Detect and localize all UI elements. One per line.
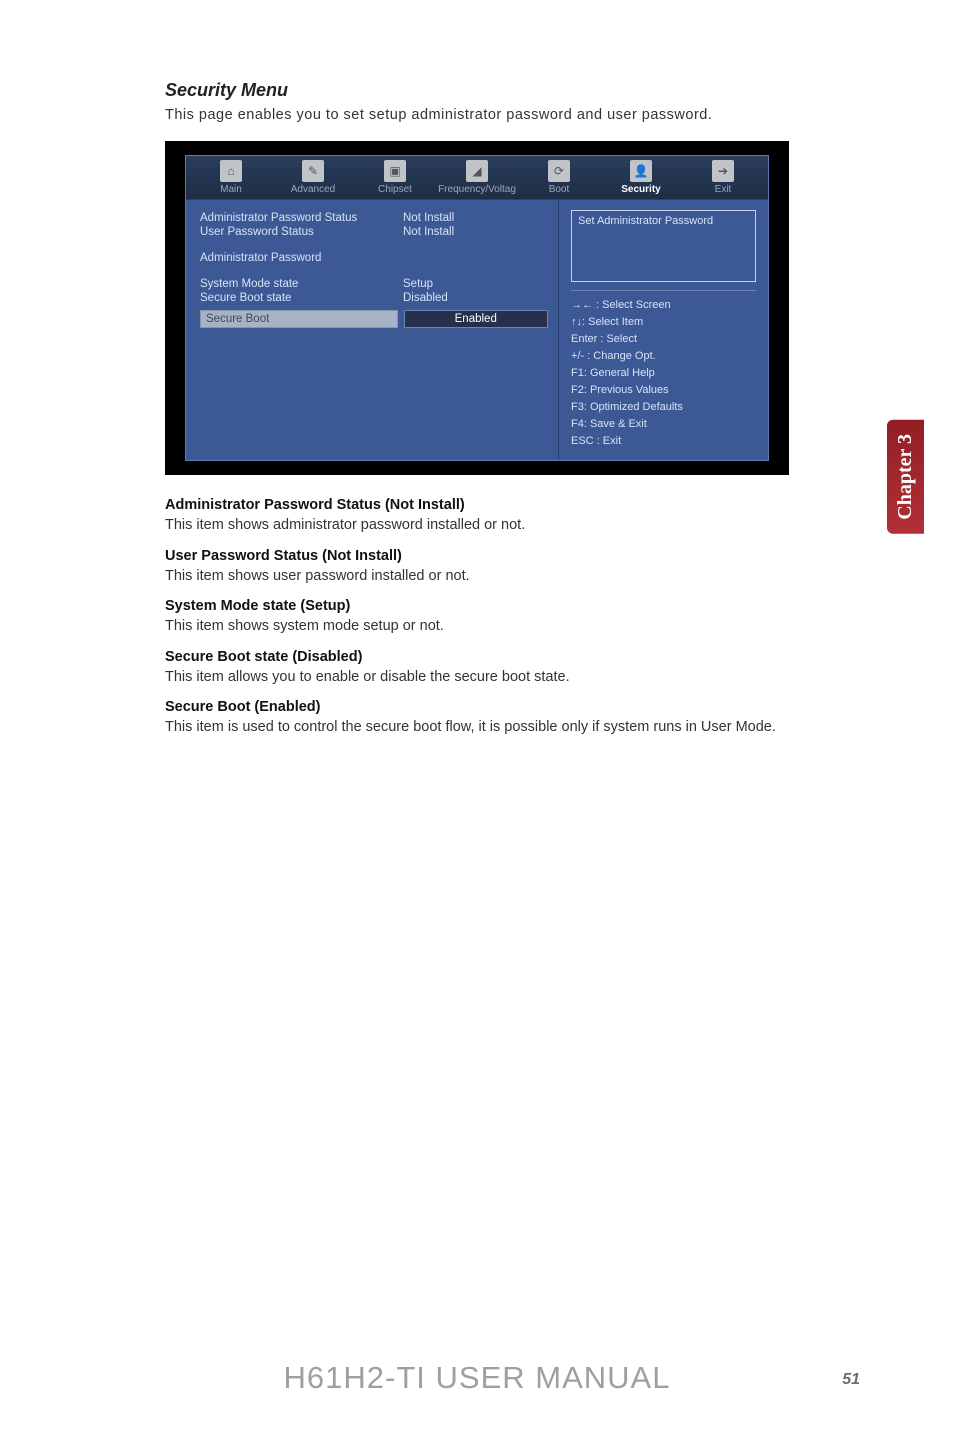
body-text: This item is used to control the secure …	[165, 718, 789, 738]
bios-screenshot: ⌂ Main ✎ Advanced ▣ Chipset ◢ Frequency/…	[165, 141, 789, 475]
key-line: ESC : Exit	[571, 433, 756, 450]
row-admin-pw-status: Administrator Password Status Not Instal…	[200, 212, 548, 224]
intro-text: This page enables you to set setup admin…	[165, 107, 789, 123]
bios-tab-exit[interactable]: ➔ Exit	[682, 156, 764, 199]
bios-right-panel: Set Administrator Password →← : Select S…	[558, 200, 768, 460]
row-value: Not Install	[403, 226, 548, 238]
subheading: Secure Boot state (Disabled)	[165, 649, 789, 665]
bios-key-help: →← : Select Screen ↑↓: Select Item Enter…	[571, 290, 756, 450]
section-heading: Security Menu	[165, 80, 789, 101]
tab-label: Boot	[549, 184, 570, 195]
bios-tab-chipset[interactable]: ▣ Chipset	[354, 156, 436, 199]
body-text: This item shows administrator password i…	[165, 516, 789, 536]
tab-label: Frequency/Voltag	[438, 184, 516, 195]
subheading: Secure Boot (Enabled)	[165, 699, 789, 715]
row-label: Administrator Password	[200, 252, 403, 264]
row-label: System Mode state	[200, 278, 403, 290]
bios-tab-advanced[interactable]: ✎ Advanced	[272, 156, 354, 199]
bios-body: Administrator Password Status Not Instal…	[186, 200, 768, 460]
row-label: Administrator Password Status	[200, 212, 403, 224]
wrench-icon: ✎	[302, 160, 324, 182]
exit-icon: ➔	[712, 160, 734, 182]
key-line: Enter : Select	[571, 331, 756, 348]
row-value: Enabled	[404, 310, 549, 328]
subheading: User Password Status (Not Install)	[165, 548, 789, 564]
key-line: +/- : Change Opt.	[571, 348, 756, 365]
body-text: This item allows you to enable or disabl…	[165, 668, 789, 688]
row-value: Setup	[403, 278, 548, 290]
page-number: 51	[842, 1371, 860, 1389]
row-label: Secure Boot state	[200, 292, 403, 304]
row-system-mode: System Mode state Setup	[200, 278, 548, 290]
bios-tab-frequency[interactable]: ◢ Frequency/Voltag	[436, 156, 518, 199]
tab-label: Main	[220, 184, 242, 195]
row-admin-password[interactable]: Administrator Password	[200, 252, 548, 264]
tab-label: Advanced	[291, 184, 335, 195]
key-line: F1: General Help	[571, 365, 756, 382]
row-label: Secure Boot	[200, 310, 398, 328]
body-text: This item shows system mode setup or not…	[165, 617, 789, 637]
gauge-icon: ◢	[466, 160, 488, 182]
tab-label: Security	[621, 184, 660, 195]
row-value: Not Install	[403, 212, 548, 224]
key-line: F4: Save & Exit	[571, 416, 756, 433]
bios-help-text: Set Administrator Password	[571, 210, 756, 282]
key-line: ↑↓: Select Item	[571, 314, 756, 331]
row-secure-boot-state: Secure Boot state Disabled	[200, 292, 548, 304]
row-secure-boot[interactable]: Secure Boot Enabled	[200, 310, 548, 328]
row-value: Disabled	[403, 292, 548, 304]
home-icon: ⌂	[220, 160, 242, 182]
tab-label: Chipset	[378, 184, 412, 195]
bios-tab-bar: ⌂ Main ✎ Advanced ▣ Chipset ◢ Frequency/…	[186, 156, 768, 200]
row-user-pw-status: User Password Status Not Install	[200, 226, 548, 238]
bios-tab-boot[interactable]: ⟳ Boot	[518, 156, 600, 199]
body-text: This item shows user password installed …	[165, 567, 789, 587]
bios-tab-security[interactable]: 👤 Security	[600, 156, 682, 199]
key-line: F2: Previous Values	[571, 382, 756, 399]
subheading: Administrator Password Status (Not Insta…	[165, 497, 789, 513]
bios-left-panel: Administrator Password Status Not Instal…	[186, 200, 558, 460]
power-icon: ⟳	[548, 160, 570, 182]
bios-window: ⌂ Main ✎ Advanced ▣ Chipset ◢ Frequency/…	[185, 155, 769, 461]
key-line: F3: Optimized Defaults	[571, 399, 756, 416]
lock-icon: 👤	[630, 160, 652, 182]
subheading: System Mode state (Setup)	[165, 598, 789, 614]
tab-label: Exit	[715, 184, 732, 195]
footer-title: H61H2-TI USER MANUAL	[0, 1360, 954, 1396]
bios-tab-main[interactable]: ⌂ Main	[190, 156, 272, 199]
chip-icon: ▣	[384, 160, 406, 182]
chapter-tab: Chapter 3	[887, 420, 924, 534]
key-line: →← : Select Screen	[571, 297, 756, 314]
row-label: User Password Status	[200, 226, 403, 238]
